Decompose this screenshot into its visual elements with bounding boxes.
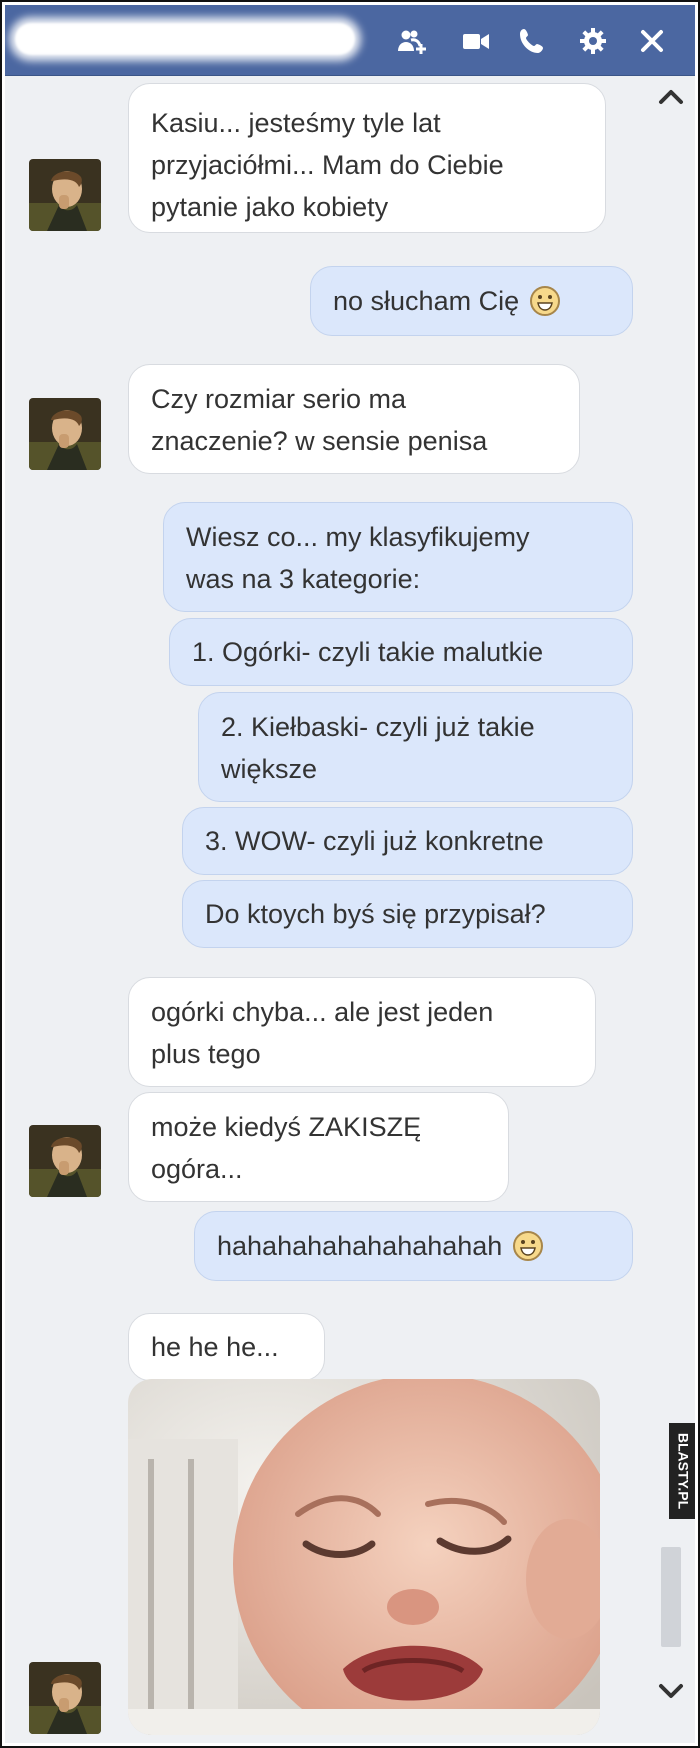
message-bubble-incoming: he he he... [128, 1313, 325, 1381]
message-bubble-outgoing: hahahahahahahahahah [194, 1211, 633, 1281]
contact-avatar[interactable] [29, 1662, 101, 1734]
scroll-thumb[interactable] [661, 1547, 681, 1647]
chat-window: Kasiu... jesteśmy tyle lat przyjaciółmi.… [5, 5, 695, 1743]
scroll-up-icon[interactable] [655, 81, 687, 113]
contact-avatar[interactable] [29, 1125, 101, 1197]
message-bubble-incoming: może kiedyś ZAKISZĘ ogóra... [128, 1092, 509, 1202]
voice-call-icon[interactable] [517, 26, 547, 56]
message-bubble-incoming: Kasiu... jesteśmy tyle lat przyjaciółmi.… [128, 83, 606, 233]
message-line: was na 3 kategorie: [186, 564, 421, 594]
smile-emoji-icon [512, 1230, 544, 1262]
scroll-down-icon[interactable] [655, 1675, 687, 1707]
message-text: no słucham Cię [333, 286, 520, 316]
message-bubble-outgoing: no słucham Cię [310, 266, 633, 336]
message-line: Wiesz co... my klasyfikujemy [186, 522, 530, 552]
watermark-text: BLASTY.PL [675, 1433, 691, 1510]
message-bubble-incoming: Czy rozmiar serio ma znaczenie? w sensie… [128, 364, 580, 474]
message-bubble-incoming: ogórki chyba... ale jest jeden plus tego [128, 977, 596, 1087]
message-bubble-outgoing: 3. WOW- czyli już konkretne [182, 807, 633, 875]
message-line: Czy rozmiar serio ma [151, 384, 407, 414]
contact-avatar[interactable] [29, 398, 101, 470]
message-text: 1. Ogórki- czyli takie malutkie [192, 637, 544, 667]
message-bubble-outgoing: Wiesz co... my klasyfikujemy was na 3 ka… [163, 502, 633, 612]
add-people-icon[interactable] [397, 26, 427, 56]
crying-baby-photo[interactable] [128, 1379, 600, 1735]
message-line: pytanie jako kobiety [151, 192, 389, 222]
message-line: Kasiu... jesteśmy tyle lat [151, 108, 441, 138]
message-line: plus tego [151, 1039, 261, 1069]
message-line: ogórki chyba... ale jest jeden [151, 997, 494, 1027]
message-line: znaczenie? w sensie penisa [151, 426, 488, 456]
message-bubble-outgoing: Do ktoych byś się przypisał? [182, 880, 633, 948]
watermark: BLASTY.PL [669, 1423, 695, 1519]
message-bubble-outgoing: 2. Kiełbaski- czyli już takie większe [198, 692, 633, 802]
message-text: he he he... [151, 1332, 279, 1362]
message-line: przyjaciółmi... Mam do Ciebie [151, 150, 504, 180]
video-call-icon[interactable] [461, 26, 491, 56]
message-bubble-outgoing: 1. Ogórki- czyli takie malutkie [169, 618, 633, 686]
close-icon[interactable] [637, 26, 667, 56]
window-frame: Kasiu... jesteśmy tyle lat przyjaciółmi.… [0, 0, 700, 1748]
message-line: 2. Kiełbaski- czyli już takie [221, 712, 535, 742]
contact-avatar[interactable] [29, 159, 101, 231]
chat-header [5, 5, 695, 76]
message-text: Do ktoych byś się przypisał? [205, 899, 546, 929]
message-line: ogóra... [151, 1154, 243, 1184]
message-text: hahahahahahahahahah [217, 1231, 503, 1261]
message-text: 3. WOW- czyli już konkretne [205, 826, 544, 856]
smile-emoji-icon [529, 285, 561, 317]
message-line: może kiedyś ZAKISZĘ [151, 1112, 422, 1142]
settings-icon[interactable] [578, 26, 608, 56]
message-line: większe [221, 754, 318, 784]
contact-name-redacted[interactable] [15, 23, 355, 55]
